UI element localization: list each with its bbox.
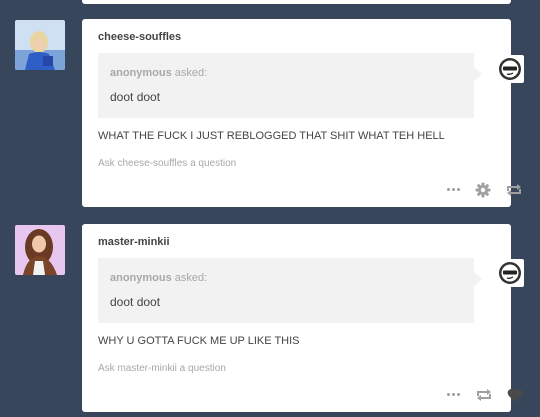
avatar-image <box>15 225 65 275</box>
asker-avatar <box>496 55 524 83</box>
ask-question-link[interactable]: Ask master-minkii a question <box>98 363 226 374</box>
question-text: doot doot <box>110 295 161 309</box>
ask-question-link[interactable]: Ask cheese-souffles a question <box>98 158 236 169</box>
anonymous-avatar-icon <box>499 58 521 80</box>
blog-avatar[interactable] <box>15 225 65 275</box>
answer-text: WHAT THE FUCK I JUST REBLOGGED THAT SHIT… <box>98 130 445 142</box>
blog-avatar[interactable] <box>15 20 65 70</box>
asked-label: asked: <box>174 272 208 284</box>
post-card: cheese-souffles anonymous asked: doot do… <box>82 19 521 207</box>
reblog-icon[interactable] <box>475 388 493 402</box>
post-card: master-minkii anonymous asked: doot doot… <box>82 224 523 412</box>
settings-icon[interactable] <box>475 182 491 198</box>
ask-box: anonymous asked: doot doot <box>98 53 482 118</box>
anonymous-avatar-icon <box>499 262 521 284</box>
answer-text: WHY U GOTTA FUCK ME UP LIKE THIS <box>98 335 300 347</box>
asker-avatar <box>496 259 524 287</box>
post-username[interactable]: master-minkii <box>98 236 170 248</box>
more-icon[interactable] <box>447 393 461 397</box>
asker-line: anonymous asked: <box>110 272 207 284</box>
ask-box: anonymous asked: doot doot <box>98 258 482 323</box>
previous-post-card <box>82 0 511 4</box>
asker-name: anonymous <box>110 67 172 79</box>
post-username[interactable]: cheese-souffles <box>98 31 181 43</box>
more-icon[interactable] <box>447 188 461 192</box>
asker-line: anonymous asked: <box>110 67 207 79</box>
asked-label: asked: <box>174 67 208 79</box>
asker-name: anonymous <box>110 272 172 284</box>
like-icon[interactable] <box>507 388 523 403</box>
question-text: doot doot <box>110 90 161 104</box>
post-controls <box>447 181 523 199</box>
post-controls <box>447 386 523 404</box>
avatar-image <box>15 20 65 70</box>
reblog-icon[interactable] <box>505 183 523 197</box>
